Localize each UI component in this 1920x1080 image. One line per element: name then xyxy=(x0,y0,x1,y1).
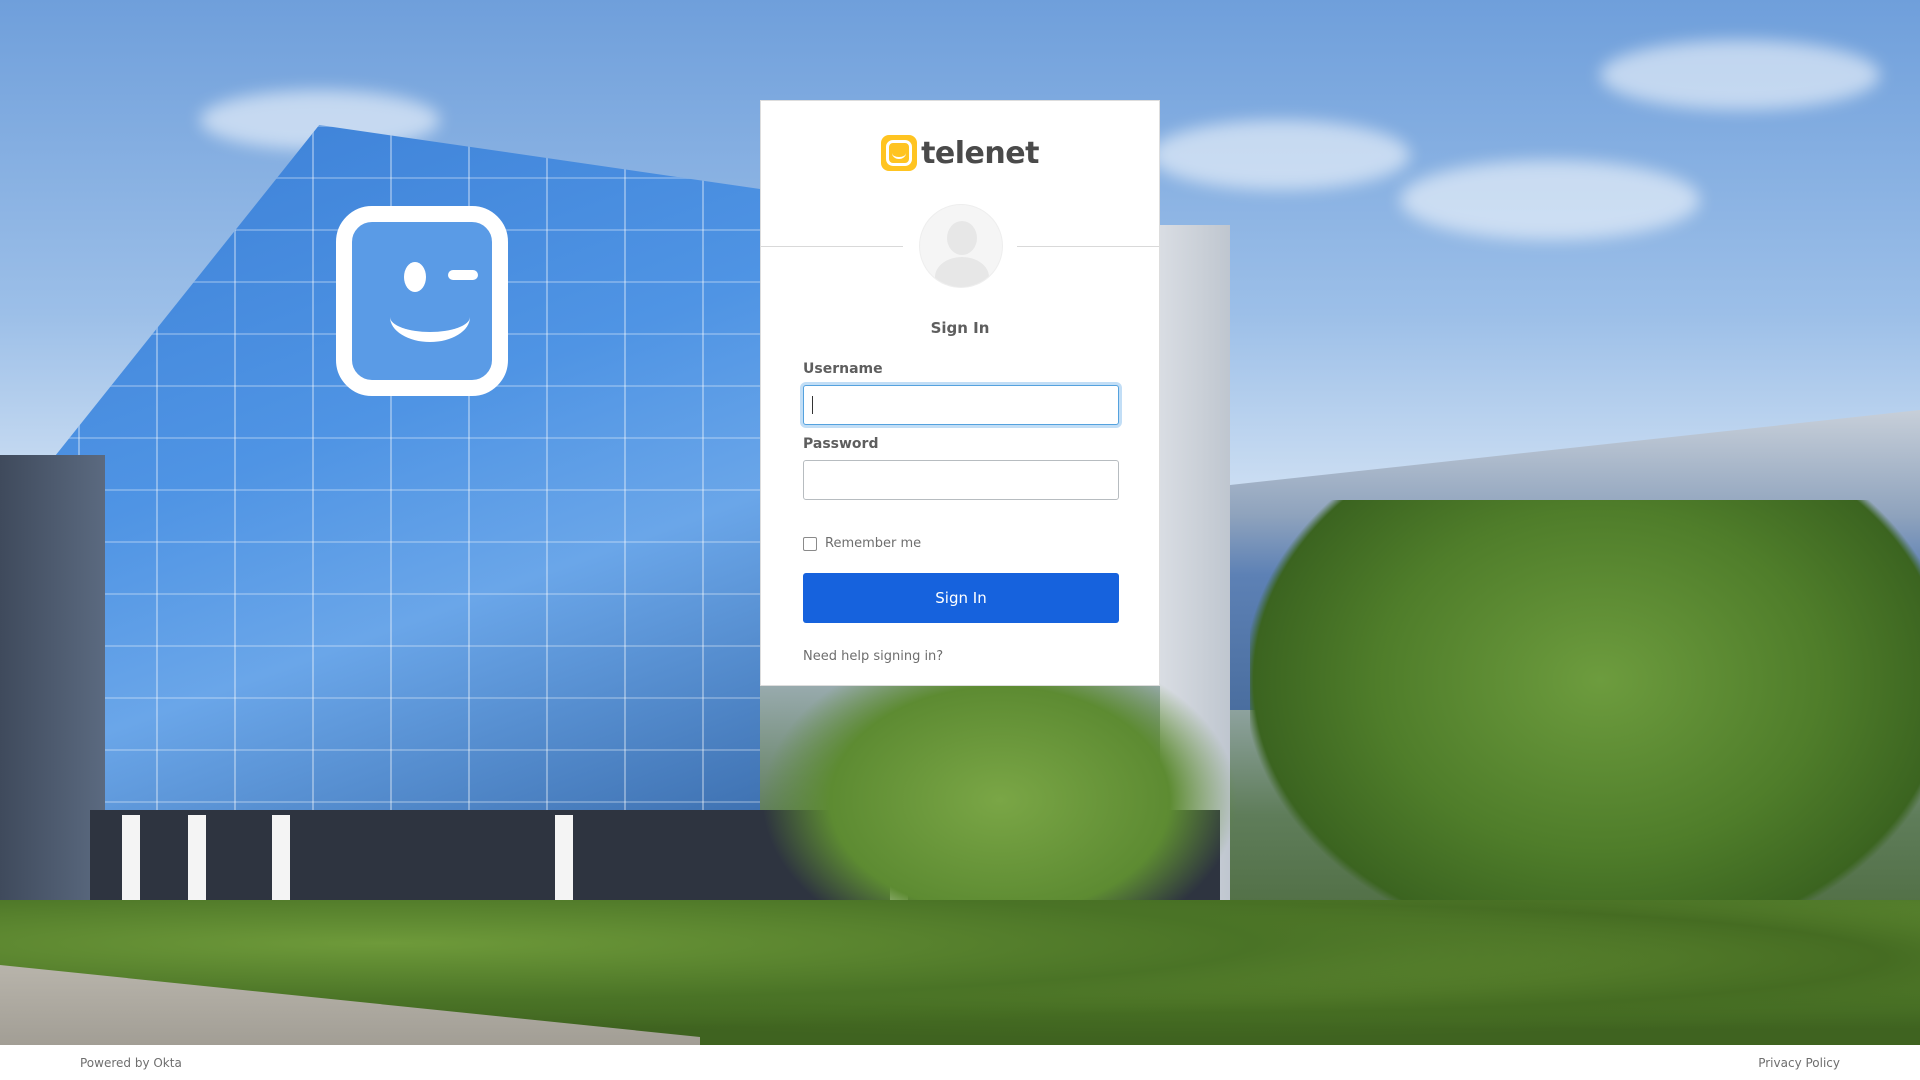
footer: Powered by Okta Privacy Policy xyxy=(0,1045,1920,1080)
remember-me-label: Remember me xyxy=(825,536,922,551)
sign-in-button[interactable]: Sign In xyxy=(803,573,1119,623)
username-input[interactable] xyxy=(803,385,1119,425)
password-input[interactable] xyxy=(803,460,1119,500)
telenet-logo-icon xyxy=(881,135,918,171)
help-link[interactable]: Need help signing in? xyxy=(803,649,943,664)
building-logo-icon xyxy=(336,206,508,396)
divider xyxy=(761,246,903,247)
remember-me[interactable]: Remember me xyxy=(803,536,921,551)
login-card: telenet Sign In Username Password Rememb… xyxy=(760,100,1160,686)
text-caret xyxy=(812,396,813,414)
remember-me-checkbox[interactable] xyxy=(803,536,817,551)
brand-logo: telenet xyxy=(761,133,1159,173)
password-label: Password xyxy=(803,436,879,452)
username-label: Username xyxy=(803,361,883,377)
form-title: Sign In xyxy=(930,319,990,337)
brand-name: telenet xyxy=(921,135,1039,171)
powered-by-link[interactable]: Powered by Okta xyxy=(80,1056,182,1070)
user-avatar-icon xyxy=(919,204,1003,288)
divider xyxy=(1017,246,1159,247)
privacy-policy-link[interactable]: Privacy Policy xyxy=(1758,1056,1840,1070)
